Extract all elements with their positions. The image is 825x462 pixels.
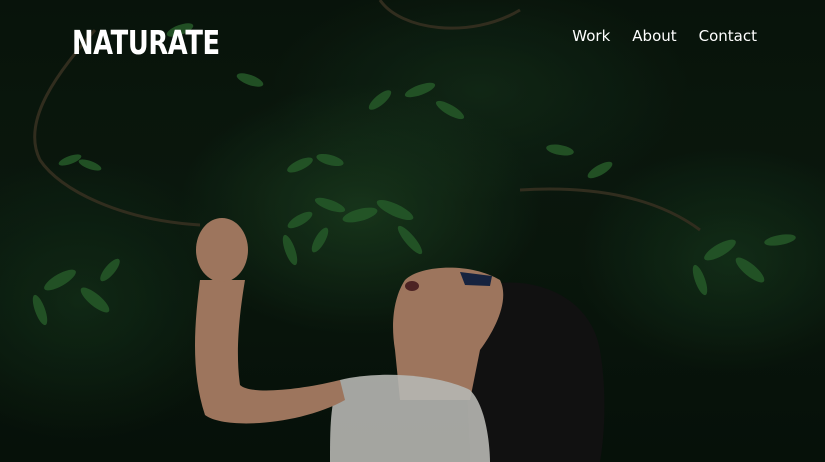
hero-section: NATURATE Work About Contact: [0, 0, 825, 462]
main-nav: Work About Contact: [572, 26, 757, 46]
top-navigation-bar: NATURATE Work About Contact: [0, 0, 825, 80]
nav-link-contact[interactable]: Contact: [699, 26, 757, 46]
nav-link-work[interactable]: Work: [572, 26, 610, 46]
brand-logo[interactable]: NATURATE: [72, 24, 220, 62]
nav-link-about[interactable]: About: [632, 26, 676, 46]
